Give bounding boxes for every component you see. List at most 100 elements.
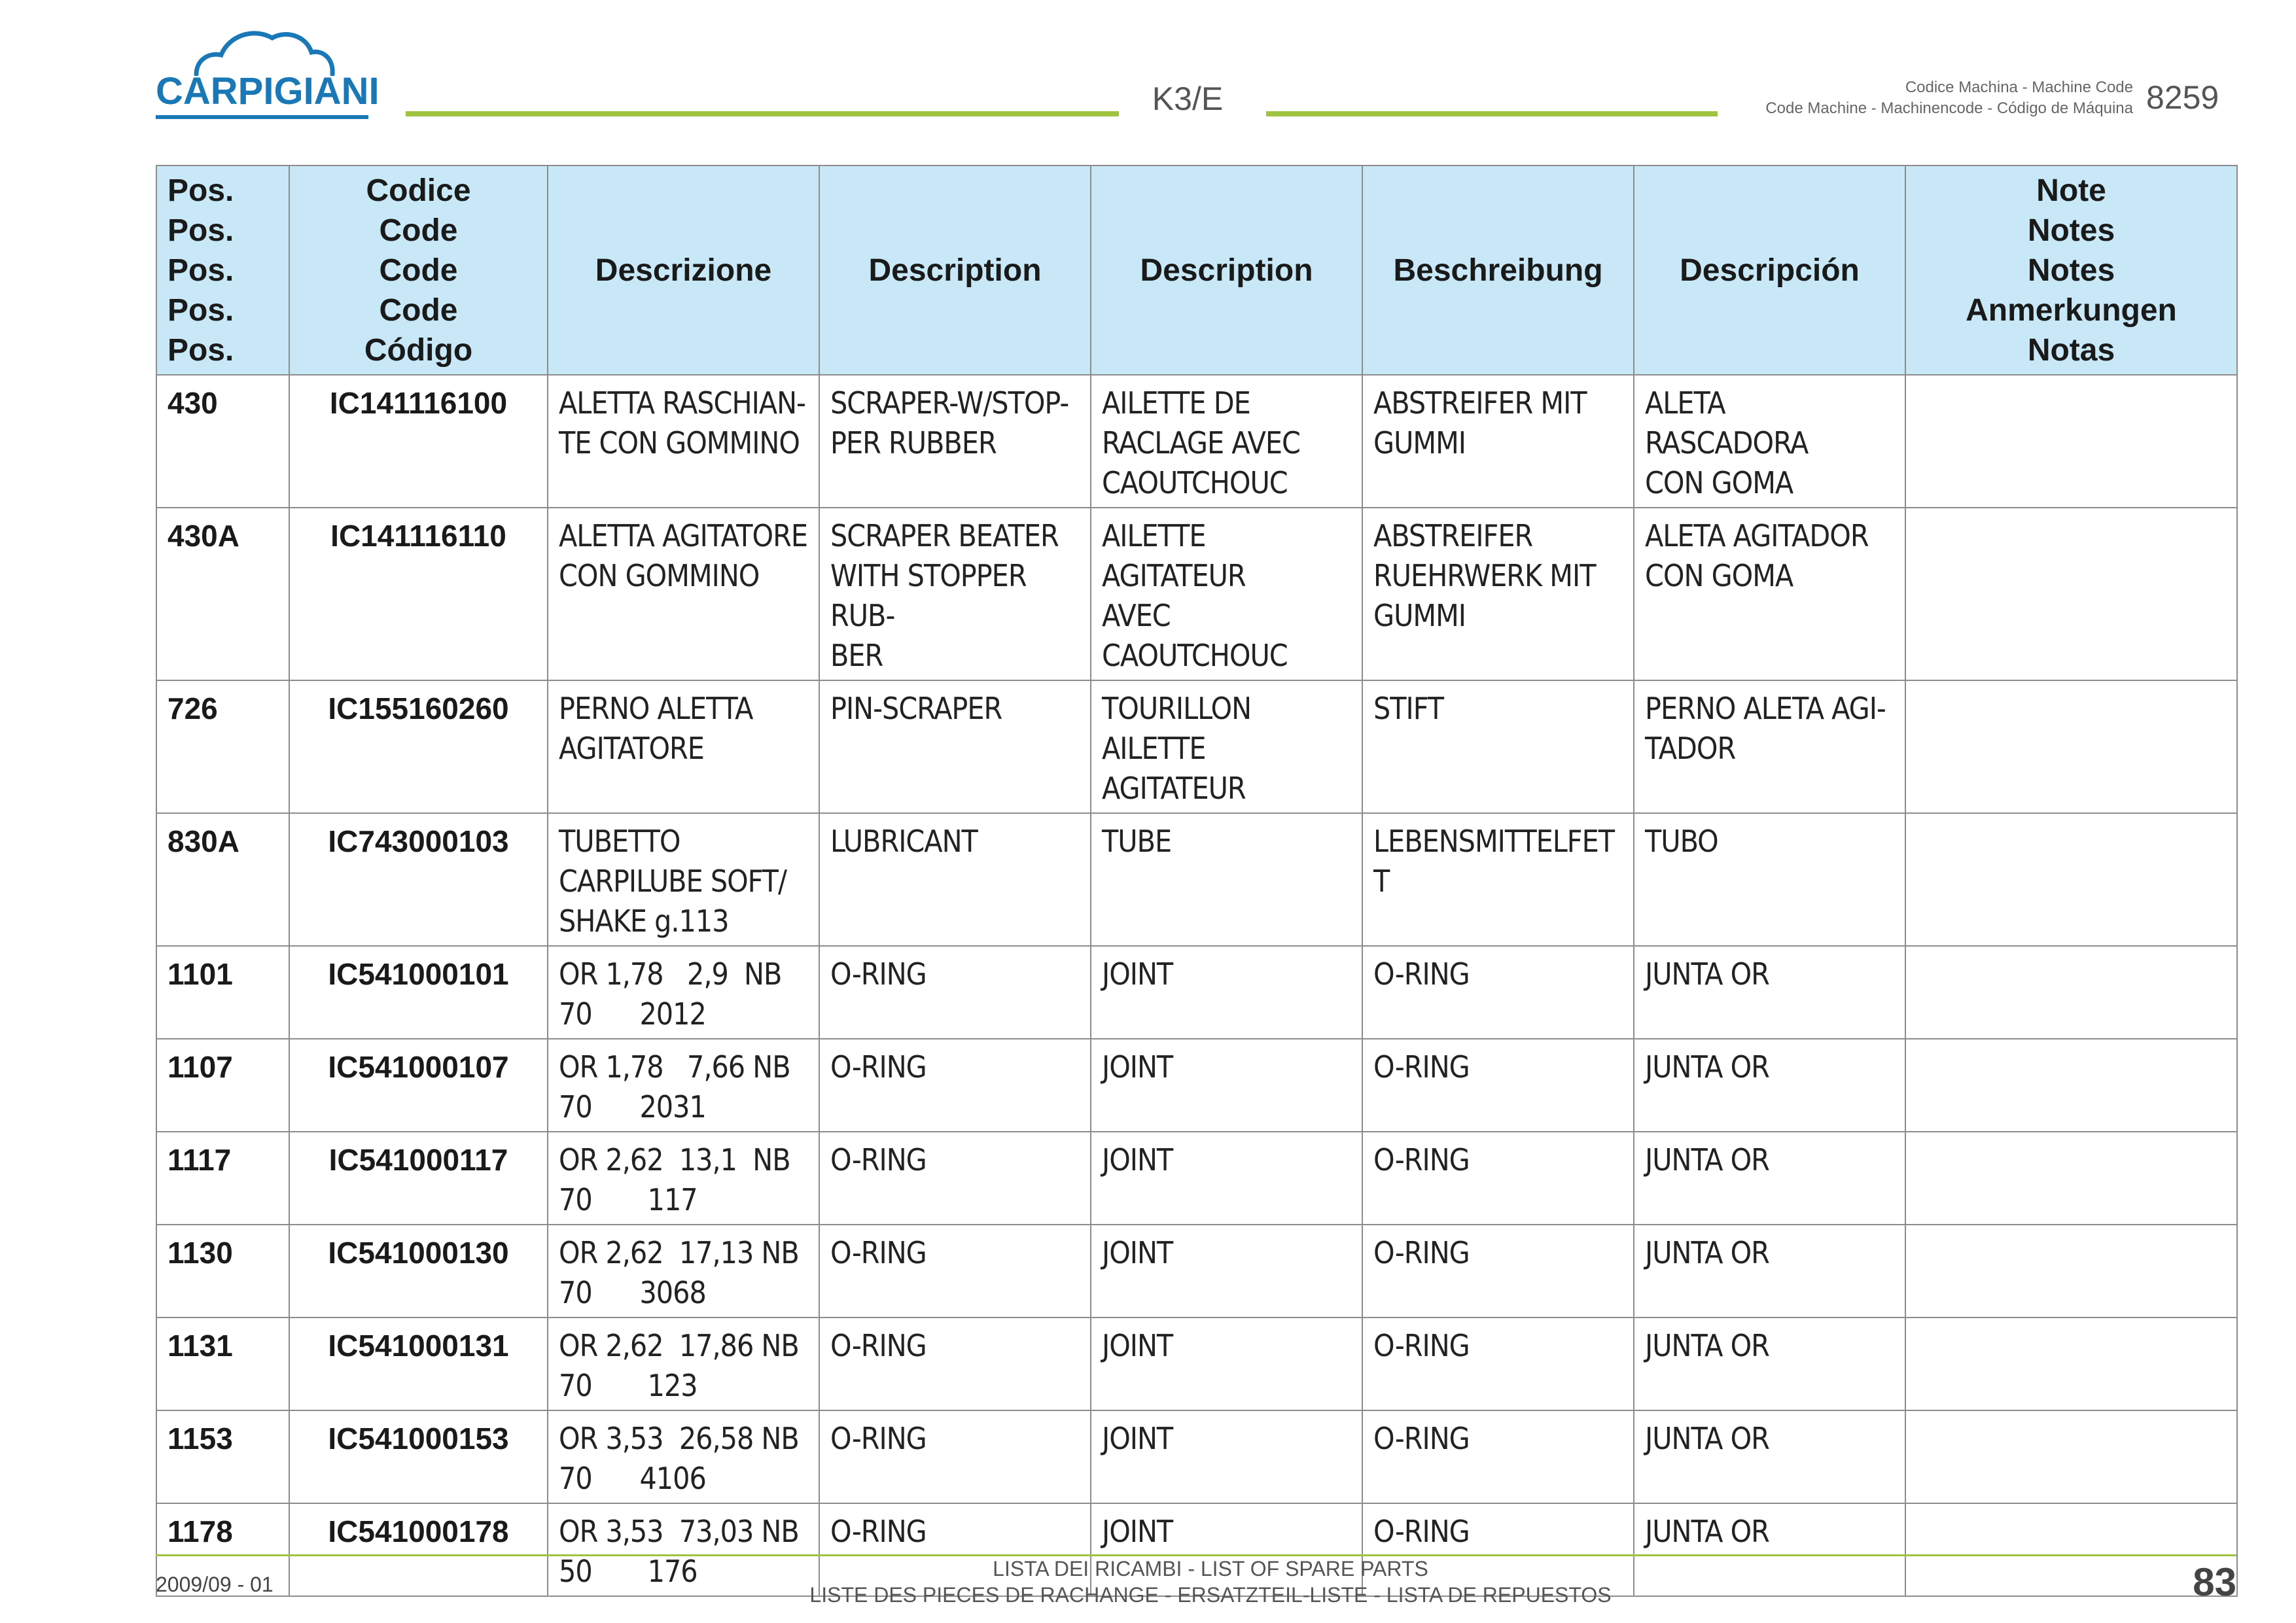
table-header-row: Pos. Pos. Pos. Pos. Pos. Codice Code Cod… (156, 165, 2238, 375)
footer-title-2: LISTE DES PIECES DE RACHANGE - ERSATZTEI… (809, 1583, 1612, 1607)
row-desc-fr: JOINT (1090, 1131, 1363, 1225)
carpigiani-logo: CARPIGIANI (156, 24, 380, 122)
row-code: IC141116100 (289, 374, 548, 508)
header-notes-es: Notas (2027, 332, 2115, 368)
table-row: 726 IC155160260 PERNO ALETTA AGITATORE PIN-… (156, 680, 2238, 814)
row-notes (1905, 1317, 2238, 1411)
row-desc-fr: JOINT (1090, 1224, 1363, 1318)
row-desc-fr: JOINT (1090, 1038, 1363, 1132)
table-row: 1131 IC541000131 OR 2,62 17,86 NB 70 123 O-… (156, 1317, 2238, 1411)
spare-parts-table: Pos. Pos. Pos. Pos. Pos. Codice Code Cod… (156, 165, 2238, 1597)
row-desc-fr: AILETTE AGITATEUR AVEC CAOUTCHOUC (1090, 507, 1363, 681)
row-notes (1905, 1224, 2238, 1318)
row-desc-de: O-RING (1362, 1503, 1634, 1597)
header-notes: Note Notes Notes Anmerkungen Notas (1905, 165, 2238, 375)
table-row: 1107 IC541000107 OR 1,78 7,66 NB 70 2031 O-… (156, 1038, 2238, 1132)
header-rule-left (406, 111, 1119, 116)
row-desc-it: ALETTA AGITATORE CON GOMMINO (547, 507, 820, 681)
row-pos: 1131 (156, 1317, 290, 1411)
header-pos-es: Pos. (168, 332, 234, 368)
header-notes-en: Notes (2027, 213, 2115, 248)
row-desc-de: ABSTREIFER MIT GUMMI (1362, 374, 1634, 508)
row-pos: 830A (156, 812, 290, 947)
header-pos: Pos. Pos. Pos. Pos. Pos. (156, 165, 290, 375)
cloud-icon (194, 31, 335, 76)
header-code-es: Código (364, 332, 473, 368)
row-desc-fr: JOINT (1090, 945, 1363, 1039)
header-code-en: Code (379, 213, 458, 248)
header-rule-right (1266, 111, 1718, 116)
row-desc-fr: JOINT (1090, 1410, 1363, 1504)
header-pos-it: Pos. (168, 173, 234, 208)
logo-text: CARPIGIANI (156, 70, 380, 113)
row-desc-es: PERNO ALETA AGI- TADOR (1633, 680, 1906, 814)
header-desc-es: Descripción (1633, 165, 1906, 375)
row-desc-fr: JOINT (1090, 1503, 1363, 1597)
page-number: 83 (2193, 1560, 2236, 1604)
row-notes (1905, 812, 2238, 947)
header-notes-it: Note (2036, 173, 2106, 208)
model-name: K3/E (1152, 80, 1224, 117)
row-code: IC541000107 (289, 1038, 548, 1132)
table-row: 430A IC141116110 ALETTA AGITATORE CON GOMM… (156, 507, 2238, 681)
machine-code: 8259 (2146, 79, 2219, 116)
row-desc-es: JUNTA OR (1633, 1503, 1906, 1597)
header-notes-de: Anmerkungen (1966, 292, 2177, 328)
row-desc-de: O-RING (1362, 1317, 1634, 1411)
row-desc-it: TUBETTO CARPILUBE SOFT/ SHAKE g.113 (547, 812, 820, 947)
header-notes-fr: Notes (2027, 253, 2115, 288)
footer-date: 2009/09 - 01 (156, 1573, 274, 1596)
table-row: 1101 IC541000101 OR 1,78 2,9 NB 70 2012 O-R… (156, 945, 2238, 1039)
row-desc-en: O-RING (819, 1131, 1091, 1225)
row-desc-de: O-RING (1362, 1224, 1634, 1318)
row-pos: 1101 (156, 945, 290, 1039)
table-row: 1117 IC541000117 OR 2,62 13,1 NB 70 117 O-R… (156, 1131, 2238, 1225)
table-row: 430 IC141116100 ALETTA RASCHIAN- TE CON GO… (156, 374, 2238, 508)
row-desc-es: JUNTA OR (1633, 1224, 1906, 1318)
row-desc-it: OR 2,62 17,86 NB 70 123 (547, 1317, 820, 1411)
row-desc-fr: TOURILLON AILETTE AGITATEUR (1090, 680, 1363, 814)
row-code: IC155160260 (289, 680, 548, 814)
row-code: IC743000103 (289, 812, 548, 947)
row-desc-en: O-RING (819, 1224, 1091, 1318)
header-code-it: Codice (366, 173, 471, 208)
row-desc-de: ABSTREIFER RUEHRWERK MIT GUMMI (1362, 507, 1634, 681)
row-pos: 430A (156, 507, 290, 681)
row-notes (1905, 1038, 2238, 1132)
header-desc-en: Description (819, 165, 1091, 375)
footer-rule (156, 1554, 2236, 1556)
row-desc-de: STIFT (1362, 680, 1634, 814)
row-code: IC541000130 (289, 1224, 548, 1318)
row-desc-en: SCRAPER-W/STOP- PER RUBBER (819, 374, 1091, 508)
row-desc-es: ALETA AGITADOR CON GOMA (1633, 507, 1906, 681)
row-pos: 1130 (156, 1224, 290, 1318)
row-desc-es: JUNTA OR (1633, 1317, 1906, 1411)
row-desc-de: LEBENSMITTELFETT (1362, 812, 1634, 947)
table-row: 1130 IC541000130 OR 2,62 17,13 NB 70 3068 O… (156, 1224, 2238, 1318)
header-desc-fr: Description (1090, 165, 1363, 375)
header-pos-en: Pos. (168, 213, 234, 248)
row-notes (1905, 1131, 2238, 1225)
row-desc-it: PERNO ALETTA AGITATORE (547, 680, 820, 814)
row-desc-it: OR 2,62 13,1 NB 70 117 (547, 1131, 820, 1225)
header-pos-de: Pos. (168, 292, 234, 328)
header-pos-fr: Pos. (168, 253, 234, 288)
row-code: IC541000117 (289, 1131, 548, 1225)
logo-underline (156, 115, 368, 119)
table-row: 830A IC743000103 TUBETTO CARPILUBE SOFT/ S… (156, 812, 2238, 947)
row-notes (1905, 680, 2238, 814)
row-code: IC541000131 (289, 1317, 548, 1411)
row-desc-es: ALETA RASCADORA CON GOMA (1633, 374, 1906, 508)
row-notes (1905, 1410, 2238, 1504)
row-desc-it: ALETTA RASCHIAN- TE CON GOMMINO (547, 374, 820, 508)
row-desc-de: O-RING (1362, 1038, 1634, 1132)
table-row: 1153 IC541000153 OR 3,53 26,58 NB 70 4106 O… (156, 1410, 2238, 1504)
row-notes (1905, 507, 2238, 681)
header-code: Codice Code Code Code Código (289, 165, 548, 375)
table-row: 1178 IC541000178 OR 3,53 73,03 NB 50 176 O-… (156, 1503, 2238, 1597)
row-desc-en: O-RING (819, 1317, 1091, 1411)
row-desc-it: OR 3,53 73,03 NB 50 176 (547, 1503, 820, 1597)
header-desc-de: Beschreibung (1362, 165, 1634, 375)
row-desc-en: LUBRICANT (819, 812, 1091, 947)
machine-code-label-2: Code Machine - Machinencode - Código de … (1765, 99, 2133, 117)
